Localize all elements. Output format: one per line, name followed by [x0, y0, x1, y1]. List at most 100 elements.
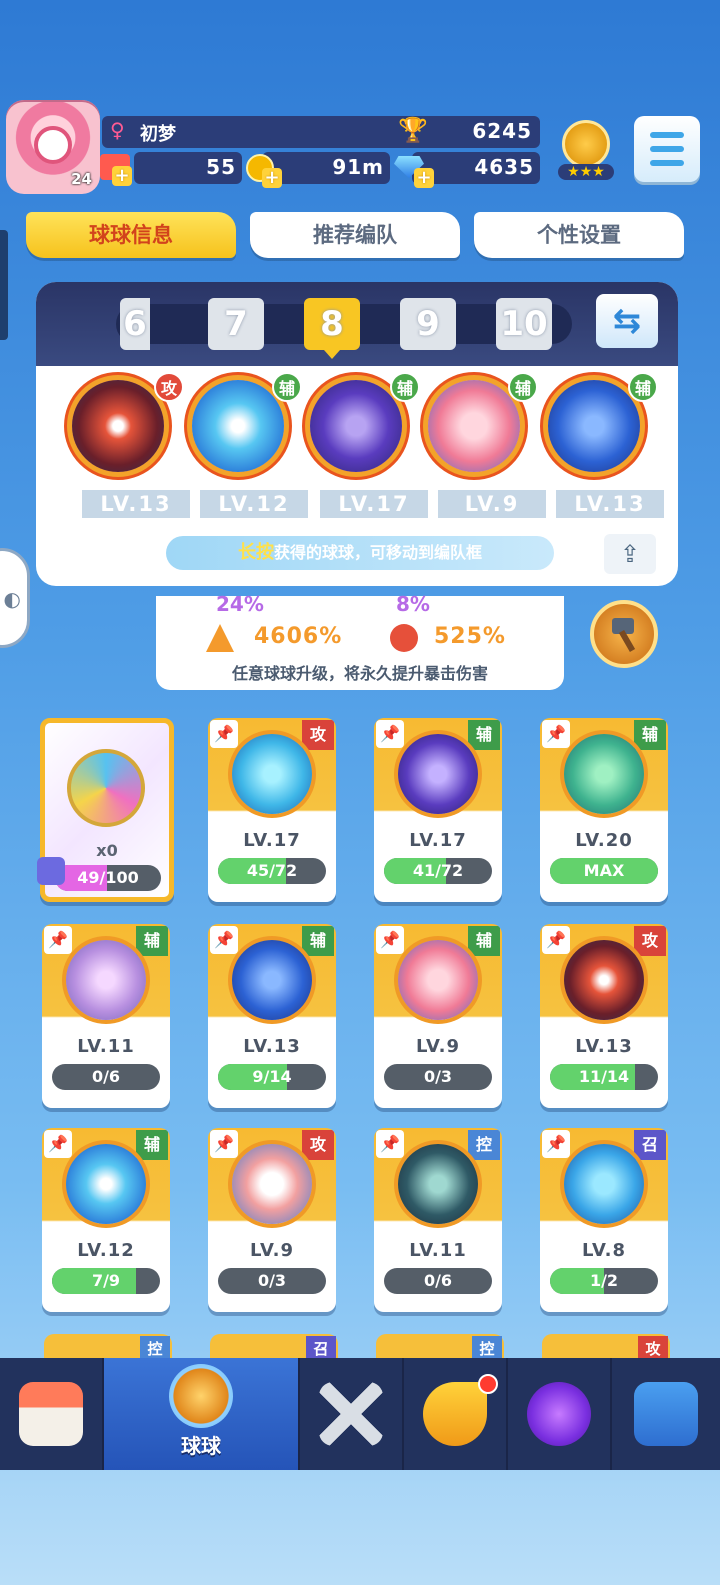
tab-personal-settings[interactable]: 个性设置	[474, 212, 684, 258]
ball-card[interactable]: 📌 召 LV.8 1/2	[540, 1128, 668, 1312]
ball-card[interactable]: 📌 辅 LV.20 MAX	[540, 718, 668, 902]
pin-icon[interactable]: 📌	[210, 926, 238, 954]
type-badge: 辅	[468, 926, 500, 956]
team-ball[interactable]	[428, 380, 520, 472]
ball-progress-text: 7/9	[91, 1271, 121, 1290]
ball-card[interactable]: 📌 辅 LV.13 9/14	[208, 924, 336, 1108]
gem-value: 4635	[474, 155, 534, 179]
left-edge-tab[interactable]	[0, 230, 8, 340]
team-slot[interactable]: 9	[400, 298, 456, 350]
bottom-nav: 球球	[0, 1358, 720, 1470]
team-slot-selected[interactable]: 8	[304, 298, 360, 359]
swap-icon[interactable]: ⇆	[596, 294, 658, 348]
add-gem-button[interactable]: +	[414, 168, 434, 188]
type-badge: 攻	[302, 1130, 334, 1160]
ball-level: LV.11	[77, 1036, 135, 1057]
ball-progress-text: 0/3	[423, 1067, 453, 1086]
crit-damage-panel: 24% 8% 4606% 525% 任意球球升级，将永久提升暴击伤害	[156, 592, 564, 690]
pin-icon[interactable]: 📌	[44, 926, 72, 954]
ball-progress: 41/72	[384, 858, 492, 884]
special-ball-card[interactable]: x0 49/100	[37, 718, 174, 902]
side-toggle[interactable]: ◐	[0, 548, 30, 648]
menu-line	[650, 160, 684, 166]
nav-shop[interactable]	[0, 1358, 104, 1470]
ball-level: LV.20	[575, 830, 633, 851]
crossed-swords-icon	[319, 1382, 383, 1446]
team-ball[interactable]	[310, 380, 402, 472]
nav-whistle[interactable]	[404, 1358, 508, 1470]
whistle-icon	[423, 1382, 487, 1446]
type-badge: 辅	[136, 926, 168, 956]
shop-icon	[19, 1382, 83, 1446]
team-slot[interactable]: 10	[496, 298, 552, 350]
ball-card[interactable]: 📌 攻 LV.13 11/14	[540, 924, 668, 1108]
type-badge: 控	[468, 1130, 500, 1160]
crit-burst-icon	[390, 624, 418, 652]
team-ball-level: LV.13	[556, 490, 664, 518]
avatar[interactable]: 24	[6, 100, 100, 194]
ball-card[interactable]: 📌 攻 LV.17 45/72	[208, 718, 336, 902]
ball-level: LV.8	[582, 1240, 626, 1261]
ball-card[interactable]: 📌 控 LV.11 0/6	[374, 1128, 502, 1312]
pin-icon[interactable]: 📌	[376, 720, 404, 748]
ball-level: LV.9	[416, 1036, 460, 1057]
ball-progress: MAX	[550, 858, 658, 884]
ball-icon	[232, 940, 312, 1020]
ball-card[interactable]: 📌 攻 LV.9 0/3	[208, 1128, 336, 1312]
ball-card[interactable]: 📌 辅 LV.9 0/3	[374, 924, 502, 1108]
menu-line	[650, 146, 684, 152]
team-selector-bar: 6 7 8 9 10 ⇆	[36, 282, 678, 366]
nav-balls[interactable]: 球球	[104, 1358, 300, 1470]
notification-dot	[478, 1374, 498, 1394]
team-ball[interactable]	[192, 380, 284, 472]
avatar-face	[34, 126, 72, 164]
name-bar: ♀ 初梦 🏆 6245	[102, 116, 540, 148]
planet-icon	[527, 1382, 591, 1446]
menu-button[interactable]	[634, 116, 700, 182]
ball-level: LV.13	[575, 1036, 633, 1057]
nav-social[interactable]	[612, 1358, 720, 1470]
resource1-bar: 55	[134, 152, 242, 184]
crit-damage-stat: 4606%	[254, 624, 343, 649]
ball-icon	[564, 940, 644, 1020]
pin-icon[interactable]: 📌	[44, 1130, 72, 1158]
nav-planet[interactable]	[508, 1358, 612, 1470]
ball-progress: 9/14	[218, 1064, 326, 1090]
pin-icon[interactable]: 📌	[210, 720, 238, 748]
crit-description: 任意球球升级，将永久提升暴击伤害	[231, 664, 488, 683]
type-badge: 召	[634, 1130, 666, 1160]
team-slot[interactable]: 7	[208, 298, 264, 350]
crit-rate-partial: 24%	[216, 592, 264, 616]
rank-stars: ★★★	[558, 164, 614, 180]
pin-icon[interactable]: 📌	[542, 926, 570, 954]
special-ball-icon	[67, 749, 145, 827]
rank-medal[interactable]: ★★★	[556, 118, 616, 186]
pin-icon[interactable]: 📌	[210, 1130, 238, 1158]
ball-progress: 0/3	[218, 1268, 326, 1294]
ball-card[interactable]: 📌 辅 LV.12 7/9	[42, 1128, 170, 1312]
ball-icon	[232, 734, 312, 814]
add-gold-button[interactable]: +	[262, 168, 282, 188]
team-ball[interactable]	[72, 380, 164, 472]
share-icon[interactable]: ⇪	[604, 534, 656, 574]
pin-icon[interactable]: 📌	[376, 1130, 404, 1158]
tab-ball-info[interactable]: 球球信息	[26, 212, 236, 258]
team-slot[interactable]: 6	[120, 298, 150, 350]
nav-battle[interactable]	[300, 1358, 404, 1470]
crit-bonus-partial: 8%	[396, 592, 430, 616]
hint-highlight: 长按	[237, 542, 274, 563]
pin-icon[interactable]: 📌	[542, 1130, 570, 1158]
ball-icon	[66, 940, 146, 1020]
ball-card[interactable]: 📌 辅 LV.11 0/6	[42, 924, 170, 1108]
pin-icon[interactable]: 📌	[542, 720, 570, 748]
ball-progress-text: 9/14	[252, 1067, 292, 1086]
plus-icon[interactable]: +	[112, 166, 132, 186]
ball-jar-icon	[169, 1364, 233, 1428]
pin-icon[interactable]: 📌	[376, 926, 404, 954]
upgrade-hammer-button[interactable]	[590, 600, 658, 668]
tab-recommended-team[interactable]: 推荐编队	[250, 212, 460, 258]
ball-progress-text: 0/6	[91, 1067, 121, 1086]
ball-card[interactable]: 📌 辅 LV.17 41/72	[374, 718, 502, 902]
ball-progress-text: 41/72	[412, 861, 464, 880]
team-ball[interactable]	[548, 380, 640, 472]
